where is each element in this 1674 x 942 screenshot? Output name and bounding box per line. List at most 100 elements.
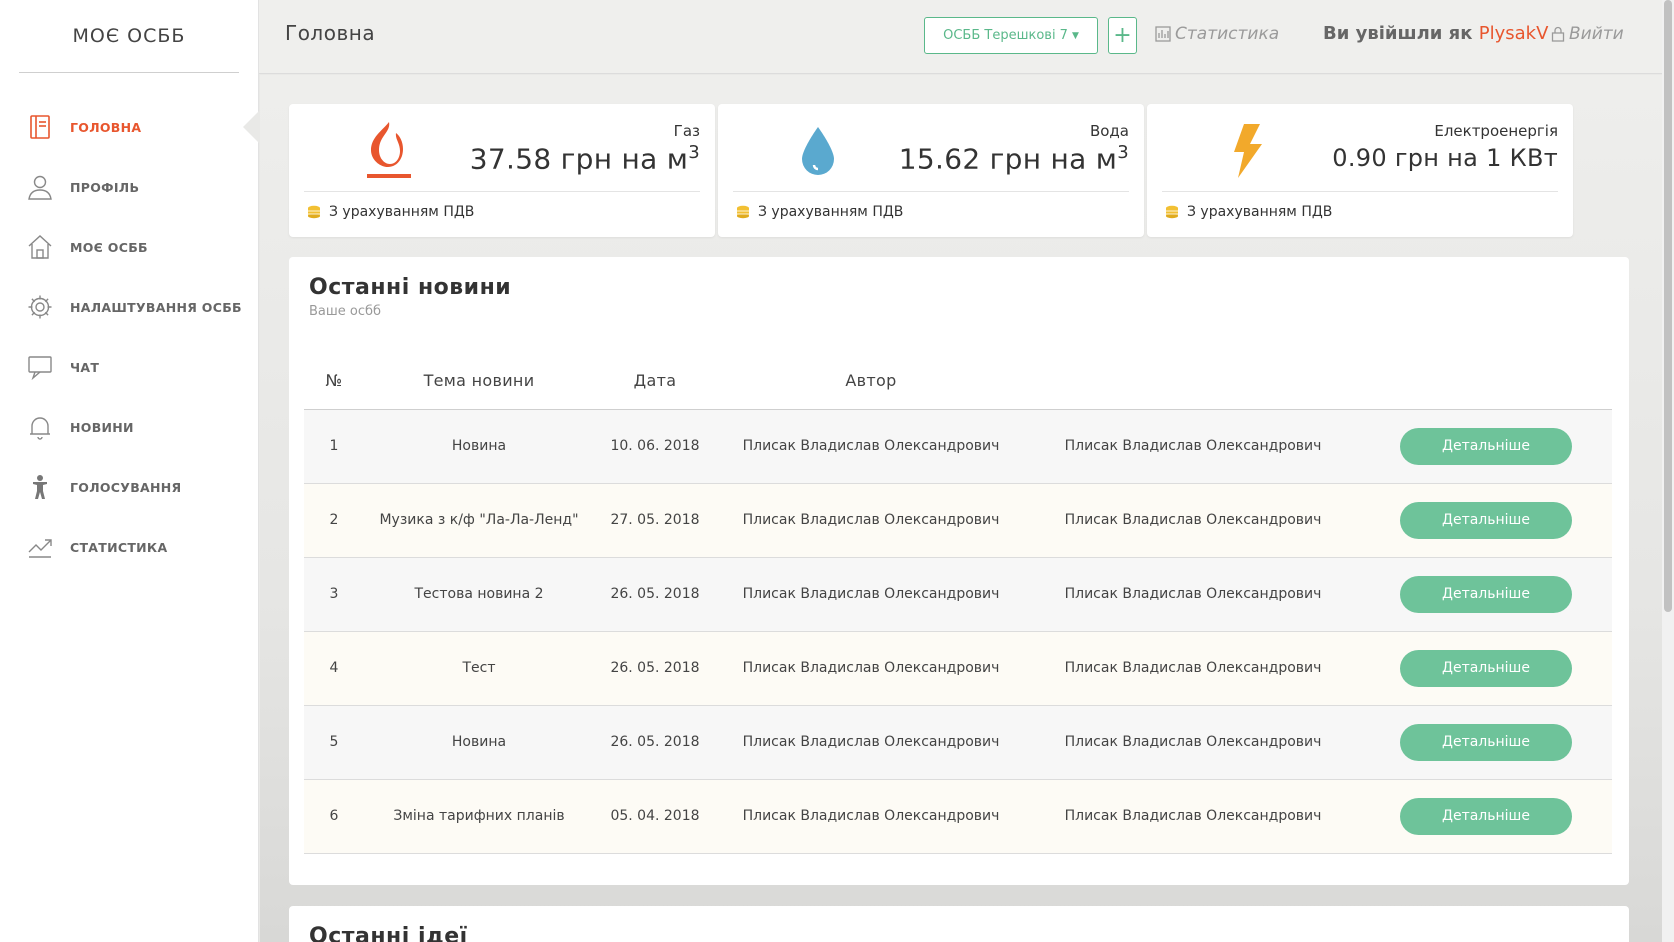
page-scrollbar[interactable]	[1662, 0, 1674, 942]
utility-name: Електроенергія	[1434, 122, 1558, 140]
table-row: 6 Зміна тарифних планів 05. 04. 2018 Пли…	[304, 779, 1612, 854]
logout-label: Вийти	[1569, 24, 1624, 44]
person-icon	[26, 473, 54, 501]
vat-note: З урахуванням ПДВ	[307, 204, 474, 220]
add-osbb-button[interactable]: +	[1108, 17, 1137, 54]
divider	[733, 191, 1129, 192]
sidebar-item-label: МОЄ ОСББ	[70, 239, 148, 255]
sidebar-item-my-osbb[interactable]: МОЄ ОСББ	[0, 217, 258, 277]
sidebar-item-osbb-settings[interactable]: НАЛАШТУВАННЯ ОСББ	[0, 277, 258, 337]
column-header-topic: Тема новини	[364, 353, 594, 410]
details-button[interactable]: Детальніше	[1400, 723, 1572, 761]
sidebar-item-label: НАЛАШТУВАННЯ ОСББ	[70, 299, 242, 315]
sidebar-item-chat[interactable]: ЧАТ	[0, 337, 258, 397]
statistics-link-label: Статистика	[1175, 24, 1280, 44]
coins-icon	[1166, 205, 1178, 219]
cell-action: Детальніше	[1360, 705, 1612, 780]
flame-icon	[364, 118, 414, 184]
user-icon	[26, 173, 54, 201]
cell-number: 2	[304, 483, 364, 558]
osbb-select-dropdown[interactable]: ОСББ Терешкові 7 ▼	[924, 17, 1098, 54]
vat-note: З урахуванням ПДВ	[736, 204, 903, 220]
chart-icon	[1155, 26, 1171, 42]
coins-icon	[737, 205, 749, 219]
table-row: 2 Музика з к/ф "Ла-Ла-Ленд" 27. 05. 2018…	[304, 483, 1612, 558]
news-table: № Тема новини Дата Автор 1 Новина 10. 06…	[304, 353, 1612, 854]
coins-icon	[308, 205, 320, 219]
cell-author: Плисак Владислав Олександрович	[716, 779, 1026, 854]
table-row: 4 Тест 26. 05. 2018 Плисак Владислав Оле…	[304, 631, 1612, 706]
sidebar-item-home[interactable]: ГОЛОВНА	[0, 97, 259, 157]
cell-number: 6	[304, 779, 364, 854]
sidebar-item-label: ЧАТ	[70, 359, 100, 375]
ideas-title: Останні ідеї	[309, 924, 468, 942]
statistics-link[interactable]: Статистика	[1155, 24, 1279, 44]
logged-in-info: Ви увійшли як PlysakV	[1323, 23, 1548, 44]
bell-icon	[26, 413, 54, 441]
book-icon	[26, 113, 54, 141]
cell-topic: Новина	[364, 409, 594, 484]
cell-number: 3	[304, 557, 364, 632]
cell-date: 26. 05. 2018	[594, 705, 716, 780]
column-header-date: Дата	[594, 353, 716, 410]
cell-author-2: Плисак Владислав Олександрович	[1026, 557, 1360, 632]
table-row: 5 Новина 26. 05. 2018 Плисак Владислав О…	[304, 705, 1612, 780]
sidebar-nav: ГОЛОВНА ПРОФІЛЬ МОЄ ОСББ НАЛАШТУВАННЯ ОС…	[0, 97, 259, 577]
top-bar: Головна ОСББ Терешкові 7 ▼ + Статистика …	[259, 0, 1662, 74]
cell-author: Плисак Владислав Олександрович	[716, 705, 1026, 780]
latest-news-card: Останні новини Ваше осбб № Тема новини Д…	[289, 257, 1629, 885]
username[interactable]: PlysakV	[1479, 23, 1549, 44]
cell-topic: Новина	[364, 705, 594, 780]
cell-topic: Тест	[364, 631, 594, 706]
details-button[interactable]: Детальніше	[1400, 649, 1572, 687]
cell-date: 10. 06. 2018	[594, 409, 716, 484]
sidebar-item-news[interactable]: НОВИНИ	[0, 397, 258, 457]
chat-icon	[26, 353, 54, 381]
vat-note: З урахуванням ПДВ	[1165, 204, 1332, 220]
gear-icon	[26, 293, 54, 321]
gas-card: Газ 37.58 грн на м3 З урахуванням ПДВ	[289, 104, 715, 237]
osbb-select-value: ОСББ Терешкові 7	[943, 28, 1068, 43]
details-button[interactable]: Детальніше	[1400, 501, 1572, 539]
column-header-number: №	[304, 353, 364, 410]
column-header-author: Автор	[716, 353, 1026, 410]
details-button[interactable]: Детальніше	[1400, 797, 1572, 835]
sidebar-item-label: ГОЛОВНА	[70, 119, 142, 135]
sidebar-item-profile[interactable]: ПРОФІЛЬ	[0, 157, 258, 217]
cell-action: Детальніше	[1360, 779, 1612, 854]
cell-topic: Зміна тарифних планів	[364, 779, 594, 854]
news-subtitle: Ваше осбб	[309, 304, 382, 319]
news-title: Останні новини	[309, 275, 512, 300]
bolt-icon	[1222, 118, 1272, 184]
cell-action: Детальніше	[1360, 557, 1612, 632]
details-button[interactable]: Детальніше	[1400, 427, 1572, 465]
cell-number: 5	[304, 705, 364, 780]
latest-ideas-card: Останні ідеї	[289, 906, 1629, 942]
drop-icon	[793, 118, 843, 184]
sidebar-item-voting[interactable]: ГОЛОСУВАННЯ	[0, 457, 258, 517]
logout-link[interactable]: Вийти	[1551, 24, 1624, 44]
sidebar-item-label: СТАТИСТИКА	[70, 539, 168, 555]
utility-price: 15.62 грн на м3	[898, 142, 1129, 176]
sidebar-item-label: ПРОФІЛЬ	[70, 179, 140, 195]
cell-action: Детальніше	[1360, 409, 1612, 484]
utility-name: Газ	[673, 122, 700, 140]
cell-date: 26. 05. 2018	[594, 557, 716, 632]
water-card: Вода 15.62 грн на м3 З урахуванням ПДВ	[718, 104, 1144, 237]
cell-author: Плисак Владислав Олександрович	[716, 409, 1026, 484]
table-row: 1 Новина 10. 06. 2018 Плисак Владислав О…	[304, 409, 1612, 484]
brand-logo[interactable]: МОЄ ОСББ	[19, 0, 239, 73]
electricity-card: Електроенергія 0.90 грн на 1 КВт З ураху…	[1147, 104, 1573, 237]
cell-author: Плисак Владислав Олександрович	[716, 483, 1026, 558]
details-button[interactable]: Детальніше	[1400, 575, 1572, 613]
caret-down-icon: ▼	[1071, 30, 1079, 41]
sidebar: МОЄ ОСББ ГОЛОВНА ПРОФІЛЬ МОЄ ОСББ НАЛАШТ…	[0, 0, 259, 942]
sidebar-item-statistics[interactable]: СТАТИСТИКА	[0, 517, 258, 577]
cell-author-2: Плисак Владислав Олександрович	[1026, 409, 1360, 484]
cell-author-2: Плисак Владислав Олександрович	[1026, 483, 1360, 558]
cell-number: 1	[304, 409, 364, 484]
scrollbar-thumb[interactable]	[1664, 0, 1672, 612]
sidebar-item-label: ГОЛОСУВАННЯ	[70, 479, 182, 495]
utility-price: 0.90 грн на 1 КВт	[1332, 144, 1558, 172]
table-header-row: № Тема новини Дата Автор	[304, 353, 1612, 410]
